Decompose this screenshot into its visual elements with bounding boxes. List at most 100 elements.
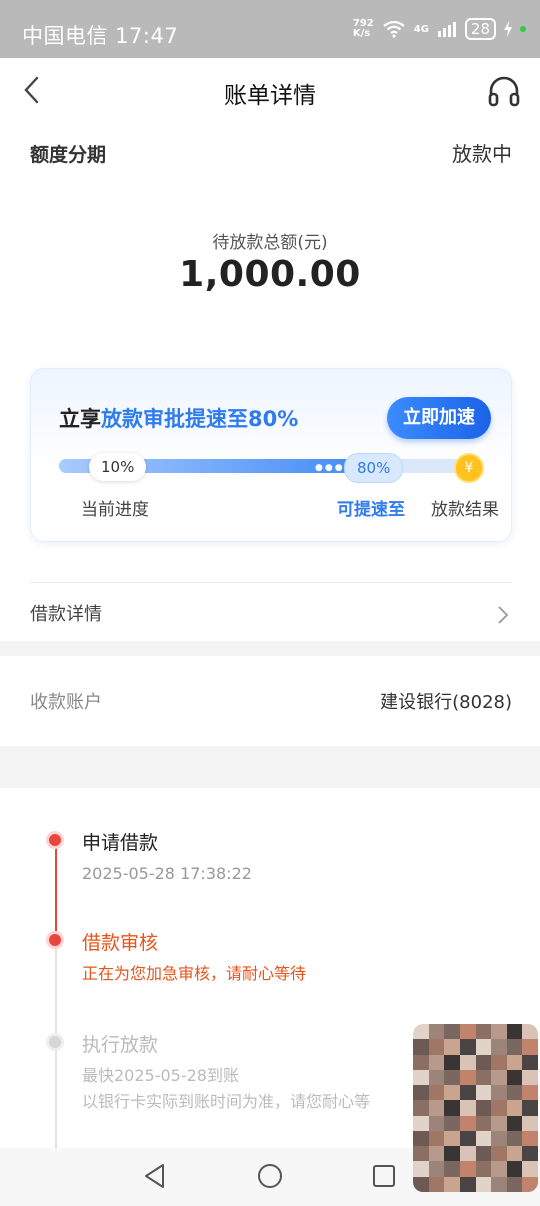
thumbnail-pixel	[459, 1100, 476, 1116]
thumbnail-pixel	[522, 1100, 538, 1116]
thumbnail-pixel	[506, 1024, 523, 1040]
thumbnail-pixel	[428, 1039, 445, 1055]
thumbnail-pixel	[491, 1130, 507, 1147]
thumbnail-pixel	[491, 1161, 507, 1177]
pending-amount: 1,000.00	[179, 254, 361, 295]
thumbnail-pixel	[428, 1085, 445, 1101]
step-review-title: 借款审核	[82, 932, 159, 954]
timeline-node-apply	[49, 834, 61, 846]
thumbnail-pixel	[413, 1024, 429, 1040]
thumbnail-pixel	[428, 1100, 445, 1116]
thumbnail-pixel	[522, 1146, 538, 1162]
thumbnail-pixel	[459, 1085, 476, 1101]
thumbnail-pixel	[506, 1069, 523, 1086]
network-speed: 792 K/s	[353, 19, 374, 39]
label-boost-to: 可提速至	[337, 500, 405, 520]
progress-dots: ●●●	[315, 463, 345, 473]
nav-back-icon[interactable]	[142, 1162, 168, 1190]
label-loan-result: 放款结果	[431, 500, 499, 520]
status-bar: 中国电信 17:47 792 K/s 4G 28	[0, 0, 540, 58]
loan-detail-row[interactable]: 借款详情	[30, 598, 512, 638]
thumbnail-pixel	[522, 1130, 538, 1147]
thumbnail-pixel	[506, 1146, 523, 1162]
timeline-line-done	[55, 840, 57, 940]
thumbnail-pixel	[491, 1115, 507, 1131]
thumbnail-pixel	[522, 1115, 538, 1131]
boost-progress-badge: 80%	[344, 453, 404, 483]
thumbnail-pixel	[491, 1024, 507, 1040]
thumbnail-pixel	[428, 1161, 445, 1177]
thumbnail-pixel	[428, 1069, 445, 1086]
thumbnail-pixel	[506, 1115, 523, 1131]
page-title: 账单详情	[224, 83, 316, 109]
thumbnail-pixel	[413, 1069, 429, 1086]
thumbnail-pixel	[413, 1146, 429, 1162]
thumbnail-pixel	[459, 1176, 476, 1192]
thumbnail-pixel	[475, 1161, 492, 1177]
step-disburse-note: 以银行卡实际到账时间为准，请您耐心等	[82, 1092, 371, 1111]
promo-headline-highlight: 放款审批提速至80%	[101, 407, 299, 431]
thumbnail-pixel	[475, 1146, 492, 1162]
receiving-account-row: 收款账户 建设银行(8028)	[0, 656, 540, 746]
thumbnail-pixel	[413, 1161, 429, 1177]
thumbnail-pixel	[522, 1054, 538, 1070]
thumbnail-pixel	[413, 1085, 429, 1101]
speedup-promo-card: 立享放款审批提速至80% 立即加速 ●●● 10% 80% ¥ 当前进度 可提速…	[30, 368, 512, 542]
loan-type: 额度分期	[30, 144, 107, 166]
speed-unit: K/s	[352, 28, 371, 39]
account-label: 收款账户	[30, 692, 102, 713]
promo-headline-prefix: 立享	[59, 407, 101, 431]
thumbnail-pixel	[459, 1054, 476, 1070]
thumbnail-pixel	[428, 1146, 445, 1162]
step-disburse-title: 执行放款	[82, 1034, 159, 1056]
thumbnail-pixel	[444, 1161, 460, 1177]
thumbnail-pixel	[444, 1024, 460, 1040]
thumbnail-pixel	[475, 1085, 492, 1101]
status-dot-icon	[520, 26, 526, 32]
thumbnail-pixel	[459, 1146, 476, 1162]
thumbnail-pixel	[491, 1085, 507, 1101]
nav-home-icon[interactable]	[256, 1162, 284, 1190]
thumbnail-pixel	[475, 1054, 492, 1070]
thumbnail-pixel	[506, 1130, 523, 1147]
thumbnail-pixel	[459, 1039, 476, 1055]
timeline-node-disburse	[49, 1036, 61, 1048]
carrier-time: 中国电信 17:47	[22, 24, 179, 48]
floating-video-thumbnail[interactable]	[413, 1024, 538, 1192]
thumbnail-pixel	[506, 1039, 523, 1055]
nav-recents-icon[interactable]	[372, 1164, 396, 1188]
headset-icon[interactable]	[486, 74, 522, 110]
step-apply-title: 申请借款	[82, 832, 159, 854]
thumbnail-pixel	[413, 1100, 429, 1116]
signal-icon	[437, 22, 456, 37]
battery-level: 28	[464, 18, 496, 40]
speed-up-button[interactable]: 立即加速	[387, 397, 491, 439]
thumbnail-pixel	[444, 1115, 460, 1131]
thumbnail-pixel	[491, 1054, 507, 1070]
thumbnail-pixel	[413, 1054, 429, 1070]
thumbnail-pixel	[444, 1130, 460, 1147]
thumbnail-pixel	[459, 1024, 476, 1040]
thumbnail-pixel	[413, 1115, 429, 1131]
thumbnail-pixel	[475, 1100, 492, 1116]
thumbnail-pixel	[459, 1130, 476, 1147]
thumbnail-pixel	[522, 1069, 538, 1086]
chevron-right-icon	[498, 606, 509, 624]
thumbnail-pixel	[491, 1146, 507, 1162]
thumbnail-pixel	[444, 1054, 460, 1070]
thumbnail-pixel	[444, 1146, 460, 1162]
thumbnail-pixel	[491, 1039, 507, 1055]
thumbnail-pixel	[475, 1130, 492, 1147]
thumbnail-pixel	[413, 1039, 429, 1055]
step-review-note: 正在为您加急审核，请耐心等待	[82, 964, 307, 983]
thumbnail-pixel	[459, 1161, 476, 1177]
thumbnail-pixel	[444, 1085, 460, 1101]
thumbnail-pixel	[428, 1176, 445, 1192]
thumbnail-pixel	[491, 1100, 507, 1116]
thumbnail-pixel	[428, 1024, 445, 1040]
account-value: 建设银行(8028)	[380, 692, 512, 713]
thumbnail-pixel	[428, 1130, 445, 1147]
thumbnail-pixel	[506, 1161, 523, 1177]
bill-summary-card: 额度分期 放款中 待放款总额(元) 1,000.00 立享放款审批提速至80% …	[0, 124, 540, 641]
thumbnail-pixel	[444, 1176, 460, 1192]
